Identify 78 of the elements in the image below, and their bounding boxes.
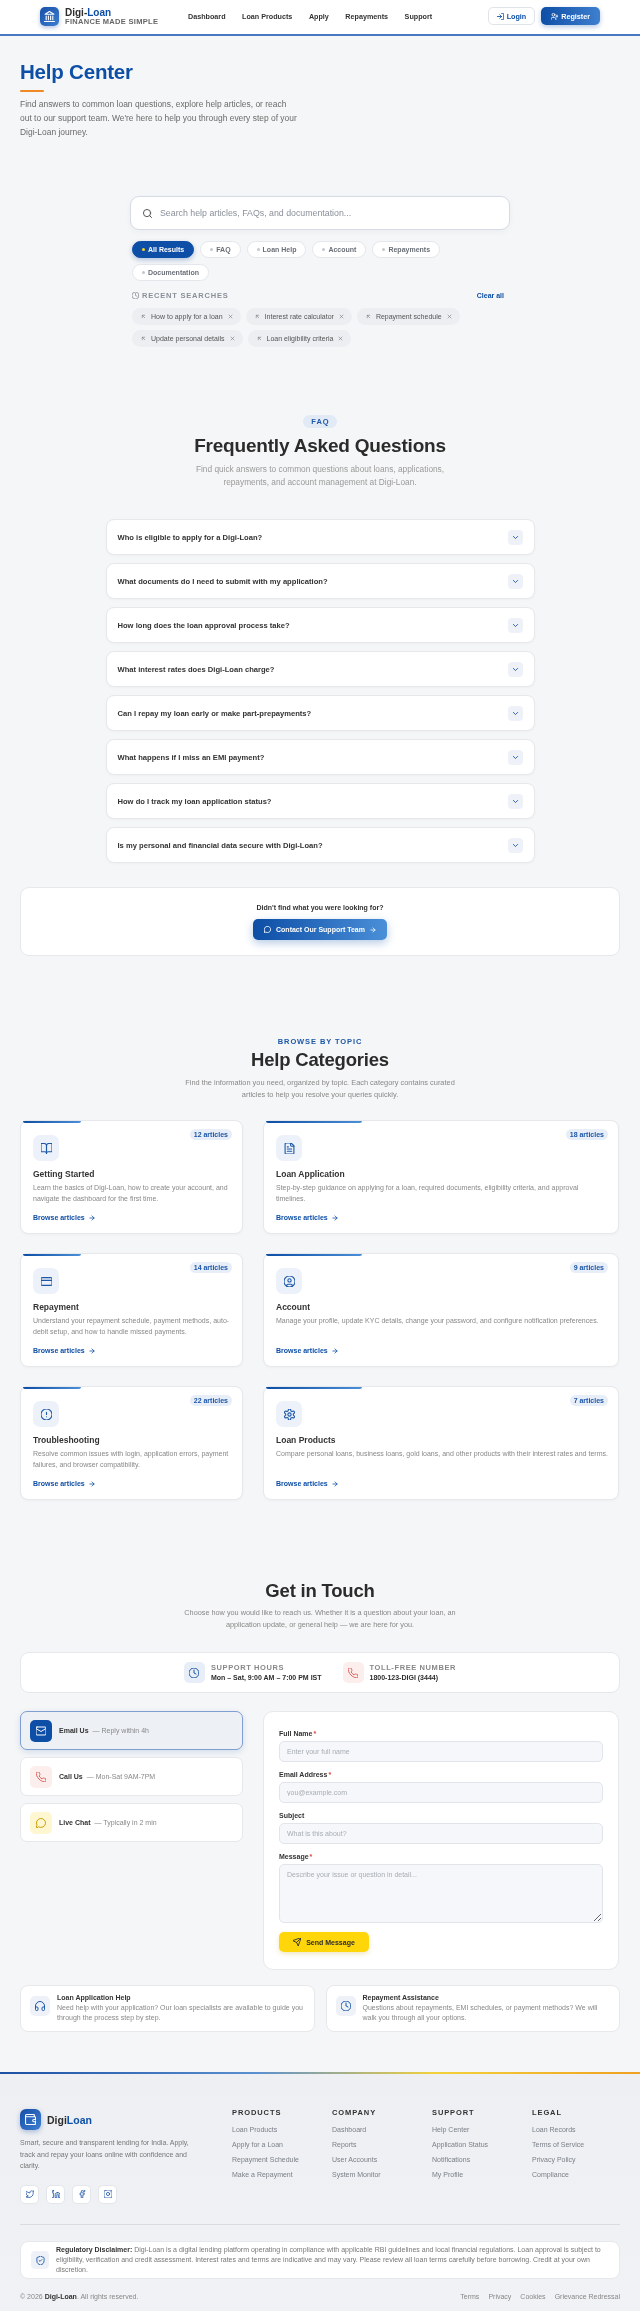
dot-icon [142, 248, 145, 251]
book-icon [33, 1135, 59, 1161]
social-link[interactable] [20, 2184, 39, 2204]
chevron-icon [507, 749, 523, 765]
accent-bar [23, 1254, 81, 1256]
arrow-up-left-icon [365, 314, 371, 319]
f-logo-icon [77, 2190, 86, 2198]
title-underline [20, 90, 44, 92]
close-icon [338, 314, 344, 319]
category-title: Getting Started [33, 1169, 96, 1180]
dot-icon [210, 248, 214, 251]
category-title: Account [276, 1302, 311, 1313]
close-icon [338, 336, 344, 341]
arrow-right-icon [331, 1348, 338, 1354]
close-icon [446, 314, 452, 319]
wallet-icon [20, 2109, 41, 2130]
credit-card-icon [33, 1268, 59, 1294]
arrow-right-icon [88, 1215, 95, 1221]
chat-bubble-icon [30, 1811, 52, 1834]
social-link[interactable] [72, 2184, 91, 2204]
camera-icon [103, 2190, 112, 2198]
dot-icon [322, 248, 326, 251]
category-title: Loan Application [276, 1169, 346, 1180]
chevron-icon [507, 617, 523, 633]
search-field[interactable]: Search help articles, FAQs, and documentation... [130, 196, 510, 230]
brand-name: Digi-Loan [65, 6, 112, 18]
section-title: Get in Touch [264, 1580, 376, 1602]
arrow-right-icon [331, 1215, 338, 1221]
arrow-right-icon [88, 1348, 95, 1354]
chevron-icon [507, 529, 523, 545]
clock-icon [132, 292, 139, 299]
chevron-icon [507, 573, 523, 589]
paper-plane-icon [293, 1938, 302, 1946]
arrow-up-left-icon [141, 314, 146, 319]
section-title: Frequently Asked Questions [193, 434, 447, 457]
social-link[interactable] [98, 2184, 117, 2204]
chevron-icon [507, 661, 523, 677]
clock-icon [335, 1996, 356, 2016]
chat-bubble-icon [264, 926, 272, 933]
arrow-up-left-icon [256, 336, 262, 341]
dot-icon [256, 248, 260, 251]
accent-bar [23, 1387, 81, 1389]
category-title: Troubleshooting [33, 1435, 101, 1446]
user-plus-icon [551, 12, 559, 20]
sign-in-icon [496, 12, 504, 20]
mail-icon [30, 1719, 52, 1742]
page-title: Help Center [20, 59, 133, 84]
close-icon [227, 314, 233, 319]
social-link[interactable] [46, 2184, 65, 2204]
chevron-icon [507, 793, 523, 809]
chevron-icon [507, 837, 523, 853]
dot-icon [382, 248, 386, 251]
clock-icon [183, 1662, 205, 1683]
bird-icon [25, 2190, 34, 2198]
phone-icon [342, 1662, 364, 1683]
category-title: Loan Products [276, 1435, 337, 1446]
bank-icon [40, 6, 59, 26]
gear-icon [276, 1401, 302, 1427]
hero-description: Find answers to common loan questions, explore help articles, or reach out to our support team. We're here to help you through every step of your Digi-Loan journey. [20, 98, 298, 139]
phone-icon [30, 1765, 52, 1788]
headset-icon [30, 1996, 50, 2016]
chevron-icon [507, 705, 523, 721]
document-icon [276, 1135, 302, 1161]
in-logo-icon [51, 2190, 60, 2198]
search-icon [143, 208, 152, 218]
section-subtitle: Find quick answers to common questions about loans, applications, repayments, and account management at Digi-Loan. [194, 463, 446, 489]
accent-bar [23, 1121, 81, 1123]
section-title: Help Categories [250, 1049, 390, 1071]
category-title: Repayment [33, 1302, 80, 1313]
arrow-up-left-icon [141, 336, 146, 341]
arrow-right-icon [331, 1481, 338, 1487]
close-icon [229, 336, 235, 341]
footer-brand-name: DigiLoan [47, 2113, 92, 2126]
dot-icon [142, 271, 145, 274]
shield-check-icon [31, 2251, 49, 2269]
arrow-right-icon [88, 1481, 95, 1487]
arrow-up-left-icon [254, 314, 260, 319]
arrow-right-icon [369, 926, 376, 933]
